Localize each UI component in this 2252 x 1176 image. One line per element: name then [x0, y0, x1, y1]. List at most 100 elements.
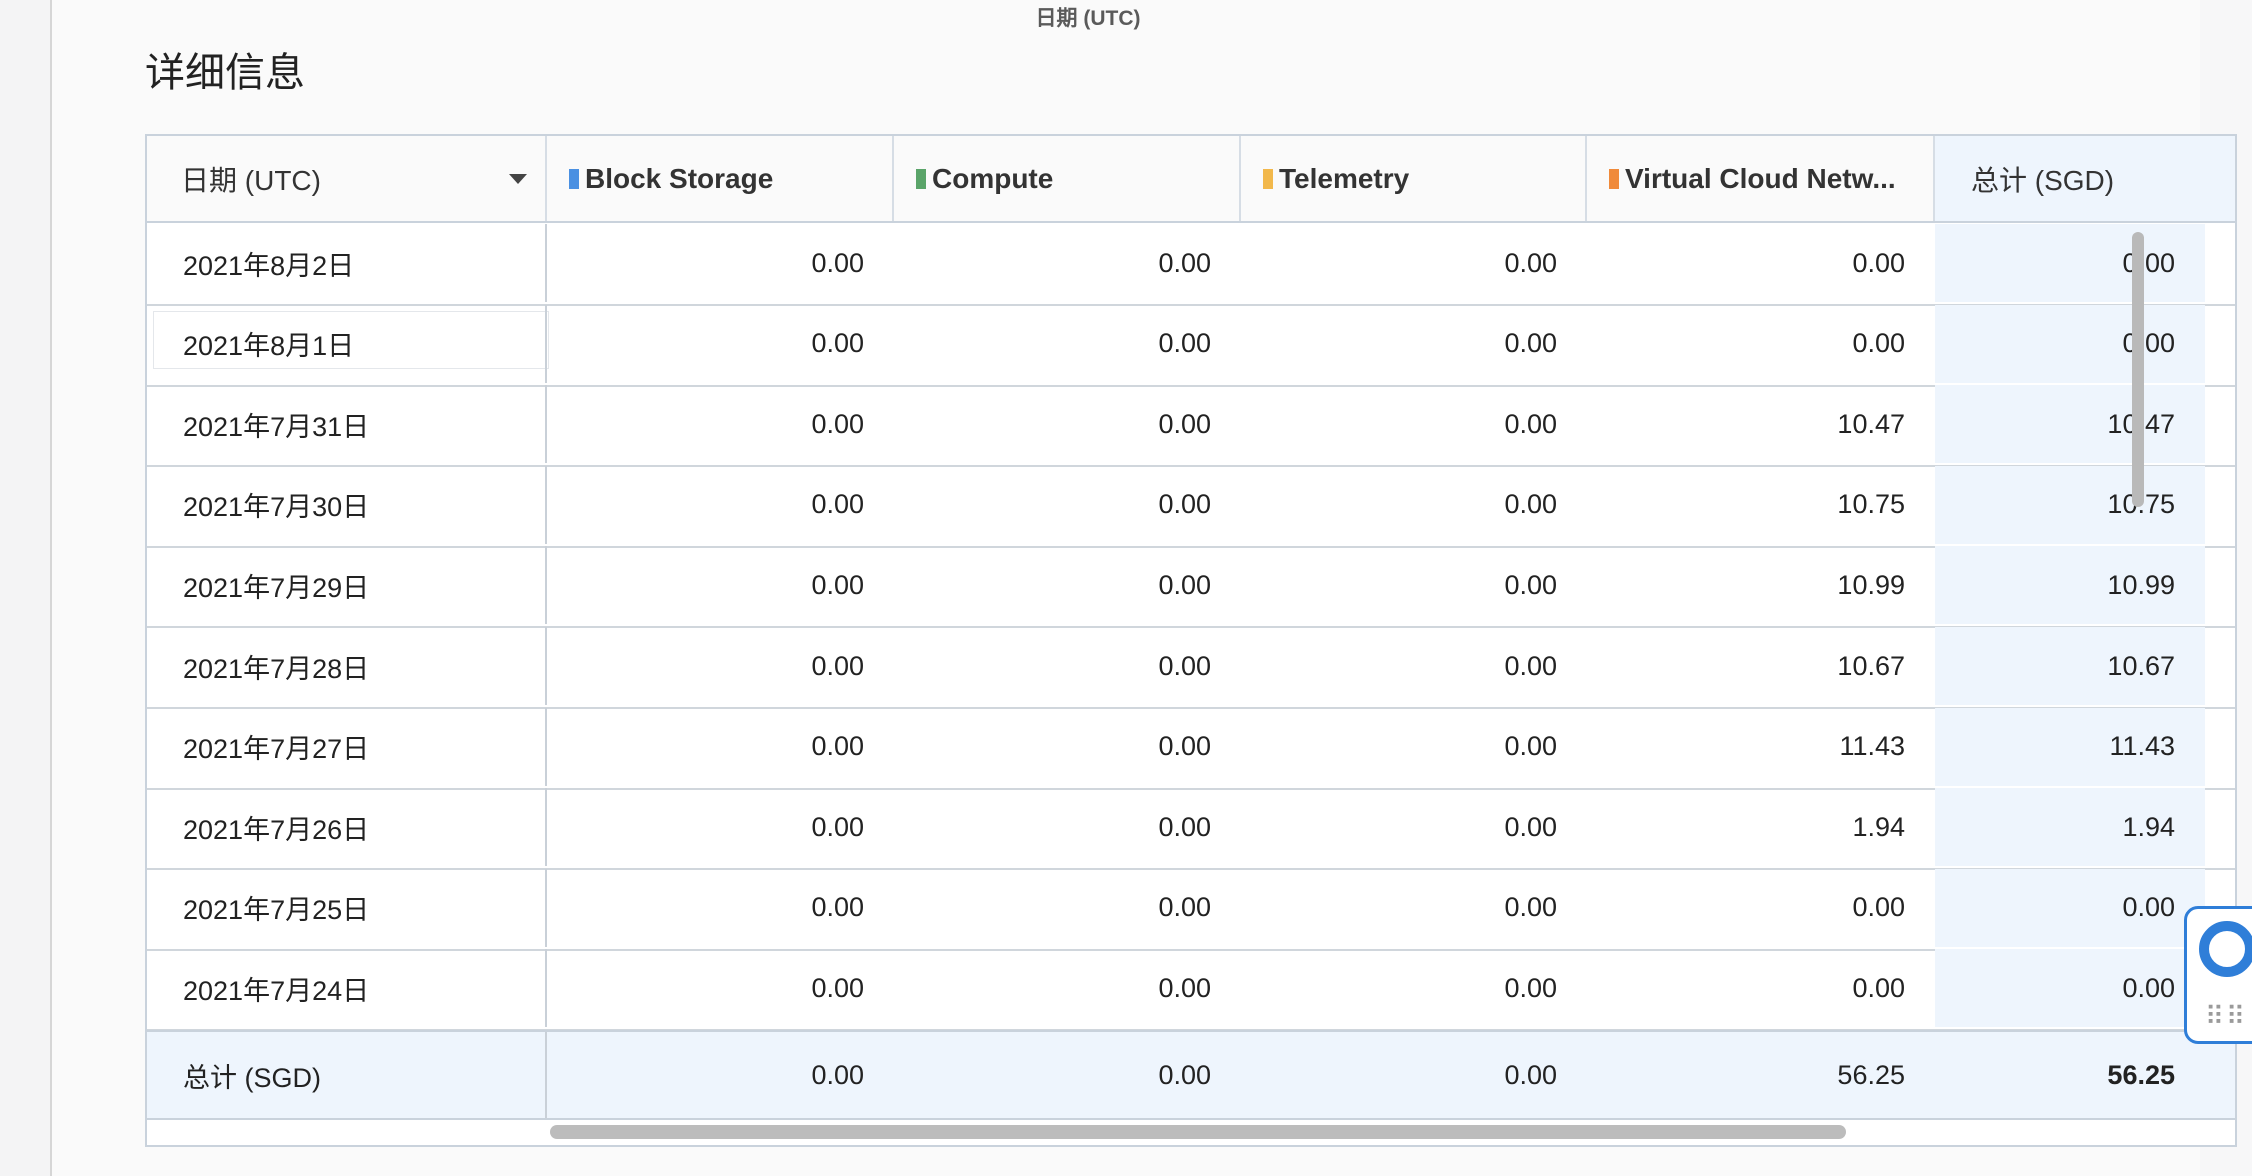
section-title: 详细信息: [145, 51, 305, 95]
cell-virtual-cloud-network: 10.99: [1837, 569, 1905, 600]
cell-block-storage: 0.00: [811, 650, 864, 681]
cell-telemetry: 0.00: [1504, 972, 1557, 1003]
help-widget[interactable]: ⠿⠿: [2184, 906, 2252, 1044]
cell-virtual-cloud-network: 10.75: [1837, 489, 1905, 520]
footer-virtual-cloud-network: 56.25: [1837, 1059, 1905, 1090]
cell-block-storage: 0.00: [811, 569, 864, 600]
cell-date: 2021年7月27日: [147, 707, 547, 786]
table-row[interactable]: 2021年7月27日 0.00 0.00 0.00 11.43 11.43: [147, 707, 2235, 790]
cell-total: 0.00: [1935, 224, 2205, 302]
horizontal-scrollbar[interactable]: [550, 1125, 1846, 1139]
cell-compute: 0.00: [1158, 731, 1211, 762]
column-header-label: 日期 (UTC): [181, 164, 321, 196]
series-color-swatch: [916, 168, 926, 189]
column-header-label: Telemetry: [1279, 162, 1410, 194]
cell-compute: 0.00: [1158, 972, 1211, 1003]
cell-block-storage: 0.00: [811, 408, 864, 439]
table-row[interactable]: 2021年7月24日 0.00 0.00 0.00 0.00 0.00: [147, 949, 2235, 1032]
cell-virtual-cloud-network: 0.00: [1852, 972, 1905, 1003]
table-row[interactable]: 2021年7月26日 0.00 0.00 0.00 1.94 1.94: [147, 788, 2235, 871]
cell-total: 10.47: [1935, 385, 2205, 464]
cell-date: 2021年7月29日: [147, 546, 547, 625]
cell-virtual-cloud-network: 11.43: [1839, 731, 1905, 762]
details-table: 日期 (UTC) Block Storage Compute Telemetry…: [145, 134, 2237, 1147]
cell-compute: 0.00: [1158, 650, 1211, 681]
cell-telemetry: 0.00: [1504, 892, 1557, 923]
cell-virtual-cloud-network: 10.47: [1837, 408, 1905, 439]
cell-telemetry: 0.00: [1504, 247, 1557, 278]
cell-date: 2021年7月26日: [147, 788, 547, 867]
column-header-block-storage[interactable]: Block Storage: [547, 136, 894, 221]
cell-virtual-cloud-network: 10.67: [1837, 650, 1905, 681]
table-row[interactable]: 2021年7月28日 0.00 0.00 0.00 10.67 10.67: [147, 627, 2235, 709]
grid-icon[interactable]: ⠿⠿: [2205, 1001, 2247, 1032]
cell-compute: 0.00: [1158, 569, 1211, 600]
table-row[interactable]: 2021年7月29日 0.00 0.00 0.00 10.99 10.99: [147, 546, 2235, 629]
cell-total: 10.75: [1935, 465, 2205, 544]
left-rail: [0, 0, 52, 1176]
cell-compute: 0.00: [1158, 811, 1211, 842]
cell-telemetry: 0.00: [1504, 731, 1557, 762]
series-color-swatch: [1609, 168, 1619, 189]
table-row[interactable]: 2021年8月2日 0.00 0.00 0.00 0.00 0.00: [147, 224, 2235, 306]
table-row[interactable]: 2021年7月30日 0.00 0.00 0.00 10.75 10.75: [147, 465, 2235, 548]
caret-down-icon[interactable]: [509, 174, 527, 184]
footer-total: 56.25: [1935, 1032, 2205, 1118]
cell-date: 2021年8月1日: [147, 304, 547, 383]
series-color-swatch: [569, 168, 579, 189]
cell-telemetry: 0.00: [1504, 569, 1557, 600]
column-header-compute[interactable]: Compute: [894, 136, 1241, 221]
cell-block-storage: 0.00: [811, 811, 864, 842]
lifebuoy-icon[interactable]: [2199, 921, 2252, 977]
cell-compute: 0.00: [1158, 247, 1211, 278]
cell-total: 0.00: [1935, 949, 2205, 1028]
cell-compute: 0.00: [1158, 408, 1211, 439]
cell-telemetry: 0.00: [1504, 408, 1557, 439]
cell-date: 2021年8月2日: [147, 224, 547, 302]
cell-date: 2021年7月30日: [147, 465, 547, 544]
table-row[interactable]: 2021年8月1日 0.00 0.00 0.00 0.00 0.00: [147, 304, 2235, 387]
cell-telemetry: 0.00: [1504, 489, 1557, 520]
cell-telemetry: 0.00: [1504, 811, 1557, 842]
cell-telemetry: 0.00: [1504, 650, 1557, 681]
column-header-label: 总计 (SGD): [1971, 164, 2115, 196]
cell-compute: 0.00: [1158, 489, 1211, 520]
chart-axis-title: 日期 (UTC): [1035, 7, 1141, 30]
cell-total: 11.43: [1935, 707, 2205, 786]
cell-date: 2021年7月31日: [147, 385, 547, 464]
cell-virtual-cloud-network: 0.00: [1852, 328, 1905, 359]
vertical-scrollbar[interactable]: [2132, 232, 2144, 507]
cell-block-storage: 0.00: [811, 972, 864, 1003]
column-header-label: Virtual Cloud Netw...: [1625, 162, 1896, 194]
table-header: 日期 (UTC) Block Storage Compute Telemetry…: [147, 136, 2235, 223]
column-header-label: Block Storage: [585, 162, 774, 194]
cell-date: 2021年7月24日: [147, 949, 547, 1028]
footer-telemetry: 0.00: [1504, 1059, 1557, 1090]
column-header-total[interactable]: 总计 (SGD): [1935, 136, 2235, 221]
footer-block-storage: 0.00: [811, 1059, 864, 1090]
cell-block-storage: 0.00: [811, 489, 864, 520]
cell-virtual-cloud-network: 0.00: [1852, 892, 1905, 923]
footer-label: 总计 (SGD): [147, 1032, 547, 1118]
column-header-telemetry[interactable]: Telemetry: [1241, 136, 1587, 221]
cell-total: 10.99: [1935, 546, 2205, 625]
cell-virtual-cloud-network: 0.00: [1852, 247, 1905, 278]
cell-virtual-cloud-network: 1.94: [1852, 811, 1905, 842]
column-header-virtual-cloud-network[interactable]: Virtual Cloud Netw...: [1587, 136, 1935, 221]
table-footer-row: 总计 (SGD) 0.00 0.00 0.00 56.25 56.25: [147, 1030, 2235, 1120]
cell-block-storage: 0.00: [811, 892, 864, 923]
series-color-swatch: [1263, 168, 1273, 189]
cell-total: 10.67: [1935, 627, 2205, 705]
details-panel: 日期 (UTC) 详细信息 日期 (UTC) Block Storage Com…: [52, 0, 2237, 1176]
column-header-label: Compute: [932, 162, 1054, 194]
cell-date: 2021年7月28日: [147, 627, 547, 705]
footer-compute: 0.00: [1158, 1059, 1211, 1090]
cell-compute: 0.00: [1158, 328, 1211, 359]
column-header-date[interactable]: 日期 (UTC): [147, 136, 547, 221]
cell-telemetry: 0.00: [1504, 328, 1557, 359]
cell-compute: 0.00: [1158, 892, 1211, 923]
cell-total: 1.94: [1935, 788, 2205, 867]
table-row[interactable]: 2021年7月25日 0.00 0.00 0.00 0.00 0.00: [147, 868, 2235, 951]
cell-total: 0.00: [1935, 304, 2205, 383]
table-row[interactable]: 2021年7月31日 0.00 0.00 0.00 10.47 10.47: [147, 385, 2235, 468]
